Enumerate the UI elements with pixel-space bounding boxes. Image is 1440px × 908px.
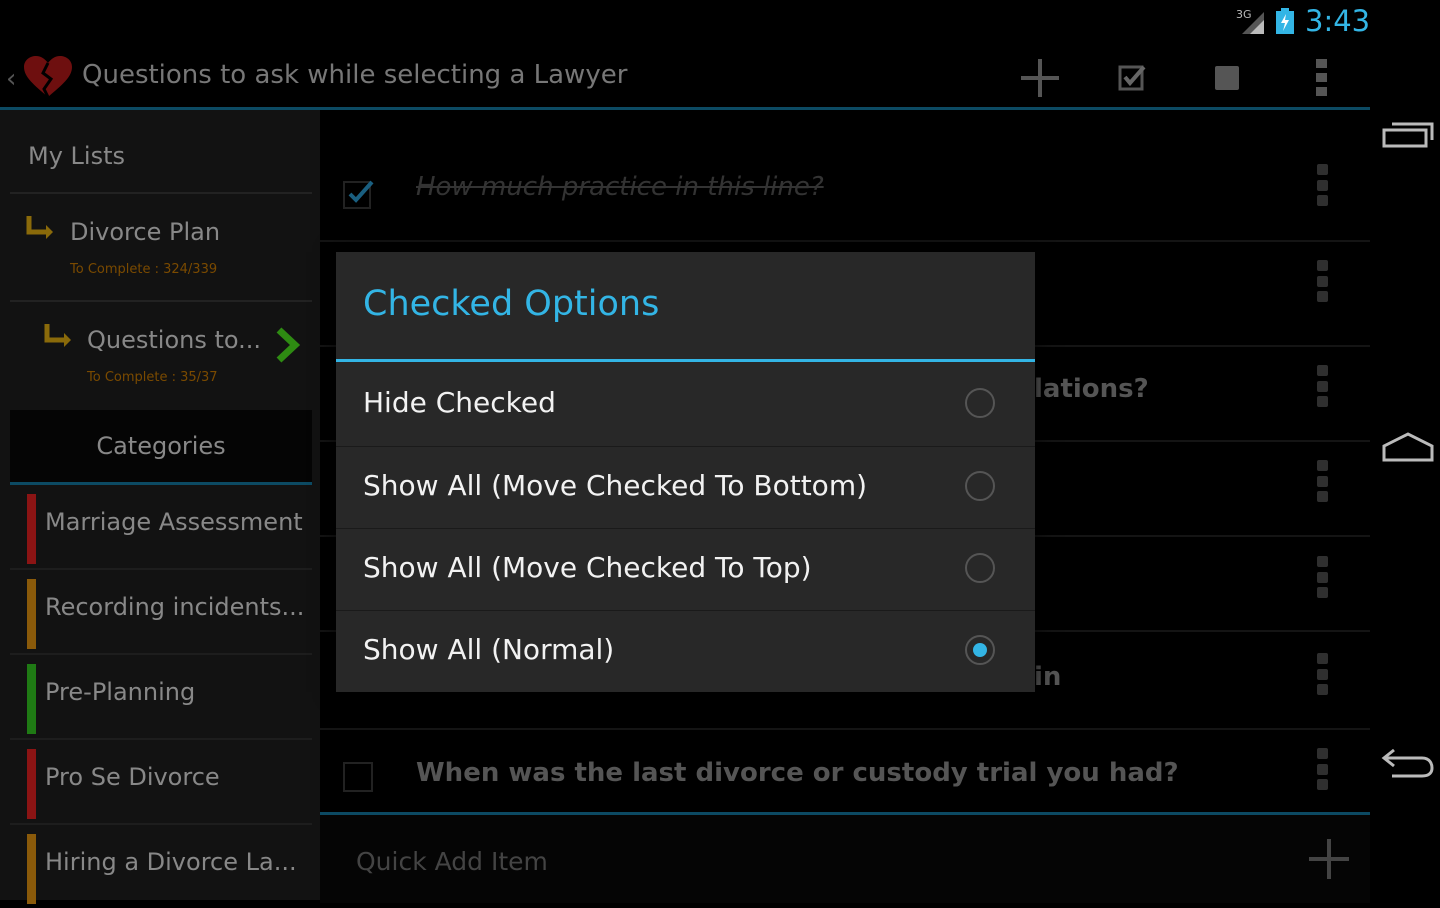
item-text[interactable]: How much practice in this line? <box>416 172 824 202</box>
item-overflow-icon[interactable] <box>1315 460 1329 502</box>
category-item[interactable]: Pre-Planning <box>10 656 312 740</box>
item-checkbox[interactable] <box>343 762 373 792</box>
option-label: Show All (Move Checked To Bottom) <box>363 469 868 502</box>
list-name: Divorce Plan <box>70 218 221 246</box>
list-progress: To Complete : 35/37 <box>87 370 218 385</box>
overflow-menu-icon <box>1316 59 1327 96</box>
category-label: Pro Se Divorce <box>45 763 220 791</box>
quick-add-input[interactable] <box>354 842 1258 880</box>
category-label: Recording incidents... <box>45 593 305 621</box>
radio-button[interactable] <box>965 471 995 501</box>
divider <box>10 300 312 302</box>
status-clock: 3:43 <box>1305 4 1371 38</box>
item-text[interactable]: When was the last divorce or custody tri… <box>416 758 1179 788</box>
battery-icon <box>1276 8 1294 34</box>
radio-button[interactable] <box>965 553 995 583</box>
current-list-chevron-icon <box>276 327 301 363</box>
item-overflow-icon[interactable] <box>1315 365 1329 407</box>
item-overflow-icon[interactable] <box>1315 556 1329 598</box>
option-hide-checked[interactable]: Hide Checked <box>336 364 1035 445</box>
option-label: Show All (Move Checked To Top) <box>363 551 812 584</box>
divider <box>10 192 312 194</box>
add-button[interactable] <box>1010 55 1070 101</box>
category-item[interactable]: Hiring a Divorce La... <box>10 826 312 908</box>
divider <box>320 240 1370 242</box>
category-color-bar <box>27 579 36 649</box>
back-icon[interactable] <box>1378 740 1438 784</box>
category-color-bar <box>27 494 36 564</box>
category-label: Marriage Assessment <box>45 508 303 536</box>
category-item[interactable]: Marriage Assessment <box>10 486 312 570</box>
subdirectory-arrow-icon <box>26 216 53 239</box>
category-label: Hiring a Divorce La... <box>45 848 297 876</box>
list-progress: To Complete : 324/339 <box>70 262 218 277</box>
dialog-title: Checked Options <box>363 284 660 324</box>
item-text[interactable]: in <box>1034 662 1061 692</box>
stop-square-icon <box>1215 66 1239 90</box>
item-checkbox[interactable] <box>342 176 376 210</box>
option-show-all-normal[interactable]: Show All (Normal) <box>336 610 1035 692</box>
category-color-bar <box>27 664 36 734</box>
radio-button-selected[interactable] <box>965 635 995 665</box>
option-label: Hide Checked <box>363 386 556 419</box>
categories-title: Categories <box>96 432 226 460</box>
list-name: Questions to... <box>87 326 262 354</box>
category-color-bar <box>27 834 36 904</box>
my-lists-header: My Lists <box>28 142 125 170</box>
page-title: Questions to ask while selecting a Lawye… <box>82 60 628 90</box>
category-color-bar <box>27 749 36 819</box>
category-label: Pre-Planning <box>45 678 196 706</box>
divider <box>320 728 1370 730</box>
item-overflow-icon[interactable] <box>1315 653 1329 695</box>
option-label: Show All (Normal) <box>363 633 615 666</box>
radio-button[interactable] <box>965 388 995 418</box>
quick-add-icon[interactable] <box>1306 836 1352 882</box>
home-icon[interactable] <box>1378 426 1438 470</box>
list-item-questions[interactable] <box>10 304 312 404</box>
signal-icon <box>1242 12 1264 34</box>
recent-apps-icon[interactable] <box>1378 112 1438 156</box>
select-mode-button[interactable] <box>1197 55 1257 101</box>
category-item[interactable]: Recording incidents... <box>10 571 312 655</box>
list-item-divorce-plan[interactable] <box>10 196 312 298</box>
broken-heart-app-icon[interactable] <box>22 55 74 99</box>
dialog-title-divider <box>336 359 1035 362</box>
option-show-all-bottom[interactable]: Show All (Move Checked To Bottom) <box>336 446 1035 528</box>
item-overflow-icon[interactable] <box>1315 260 1329 302</box>
subdirectory-arrow-icon <box>44 324 71 347</box>
checked-options-button[interactable] <box>1103 55 1163 101</box>
overflow-menu-button[interactable] <box>1292 55 1352 101</box>
category-item[interactable]: Pro Se Divorce <box>10 741 312 825</box>
check-box-icon <box>1118 65 1146 91</box>
item-text[interactable]: lations? <box>1034 374 1149 404</box>
item-overflow-icon[interactable] <box>1315 748 1329 790</box>
up-navigation-icon[interactable]: ‹ <box>6 64 16 94</box>
status-bar <box>0 0 1370 45</box>
item-overflow-icon[interactable] <box>1315 164 1329 206</box>
add-icon <box>1021 59 1059 97</box>
option-show-all-top[interactable]: Show All (Move Checked To Top) <box>336 528 1035 610</box>
